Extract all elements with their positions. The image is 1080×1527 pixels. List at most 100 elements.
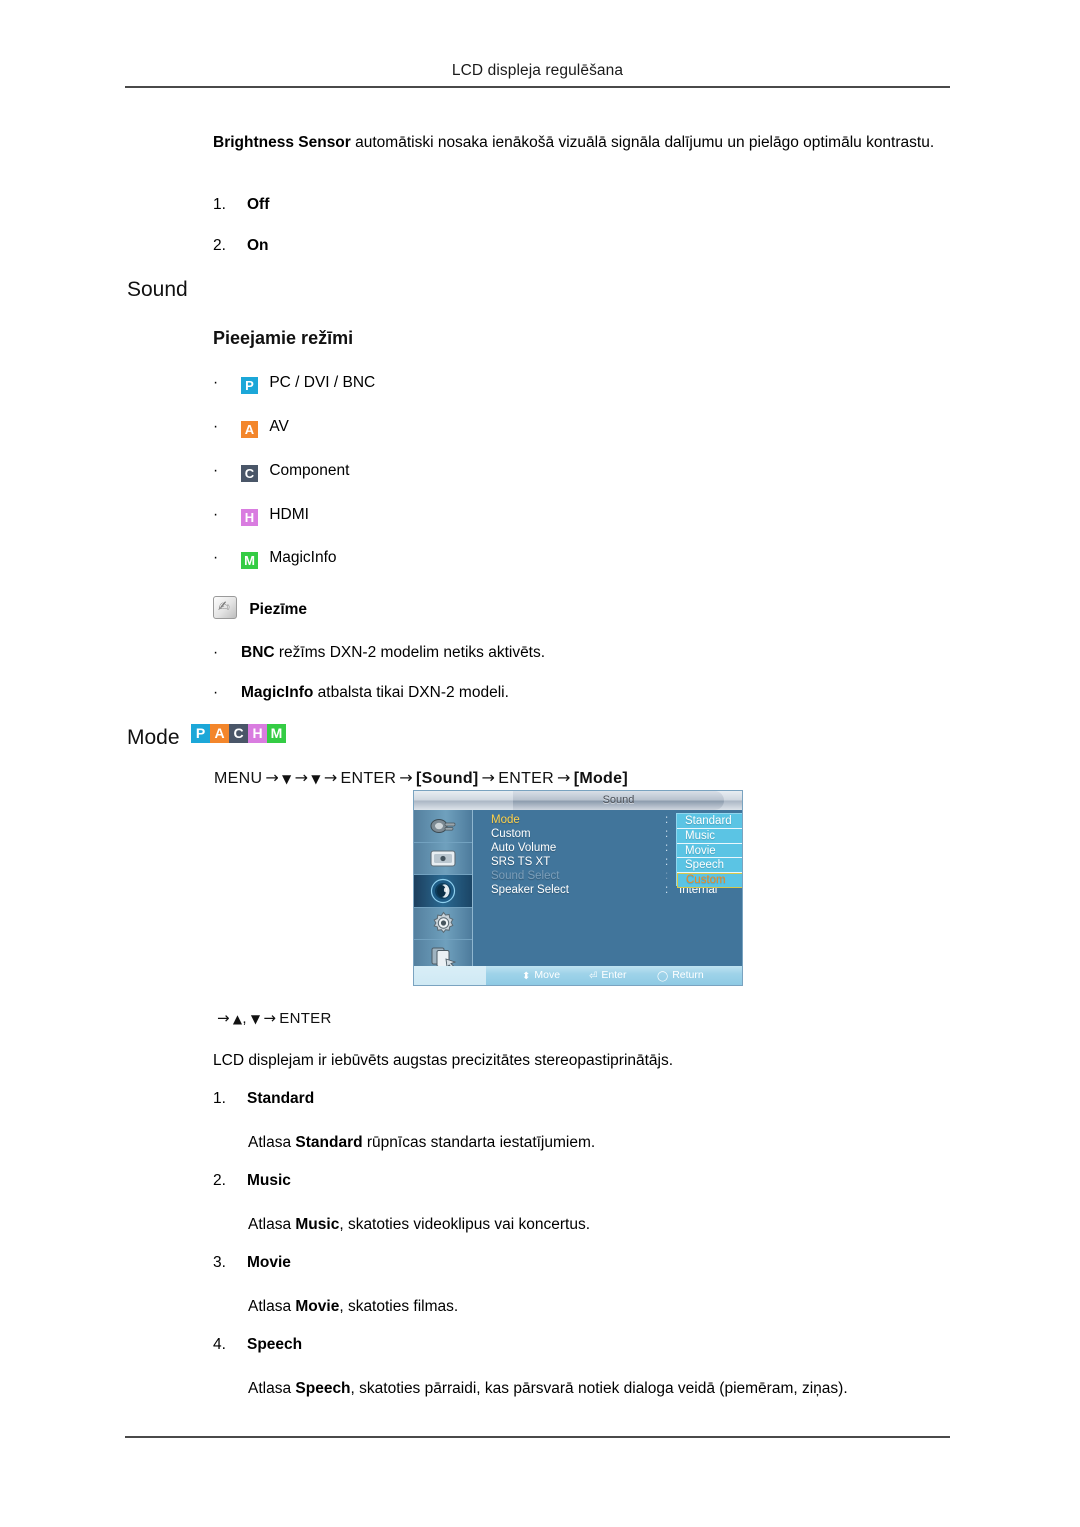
enter-key-icon: ⏎ <box>589 971 598 982</box>
osd-footer-move[interactable]: ⬍ Move <box>522 966 560 985</box>
header-divider <box>125 86 950 88</box>
intro-option-2-label: On <box>247 237 269 254</box>
mode-item-magicinfo: · M MagicInfo <box>213 549 337 569</box>
menu-path-after-line: → ▲, ▼ → ENTER <box>214 1009 332 1027</box>
osd-dropdown-option-standard[interactable]: Standard <box>677 814 742 830</box>
osd-title-label: Sound <box>513 791 724 810</box>
osd-sidebar-item-sound[interactable] <box>414 875 472 908</box>
sound-icon <box>430 878 456 904</box>
note-heading-label: Piezīme <box>249 601 308 618</box>
osd-footer-move-label: Move <box>534 969 561 981</box>
return-icon: ◯ <box>657 971 669 982</box>
intro-option-2-number: 2. <box>213 237 226 254</box>
osd-title-bar: Sound <box>414 791 742 810</box>
mode-list-item-3-title: Movie <box>247 1254 291 1271</box>
osd-sidebar[interactable] <box>414 810 473 973</box>
mode-description: LCD displejam ir iebūvēts augstas preciz… <box>213 1052 674 1069</box>
bullet-icon: · <box>213 418 219 435</box>
mode-badge-m-icon: M <box>241 552 258 569</box>
bullet-icon: · <box>213 684 219 701</box>
osd-footer-left-tab <box>414 966 486 985</box>
osd-dropdown-option-speech[interactable]: Speech <box>677 858 742 873</box>
path-menu-label: MENU <box>214 770 263 787</box>
osd-sidebar-item-input[interactable] <box>414 810 472 843</box>
mode-badge-c-icon: C <box>241 465 258 482</box>
osd-colon-sound-select: : <box>665 870 669 882</box>
osd-colon-auto-volume: : <box>665 842 669 854</box>
bullet-icon: · <box>213 462 219 479</box>
osd-footer-return[interactable]: ◯ Return <box>657 966 704 985</box>
osd-sidebar-item-picture[interactable] <box>414 843 472 876</box>
mode-label-magicinfo: MagicInfo <box>269 549 337 566</box>
mode-badge-strip: PACHM <box>191 724 286 743</box>
osd-item-mode-label[interactable]: Mode <box>491 814 520 826</box>
osd-footer-enter[interactable]: ⏎ Enter <box>589 966 627 985</box>
mode-list-item-3-desc-bold: Movie <box>295 1298 340 1315</box>
bullet-icon: · <box>213 644 219 661</box>
bullet-icon: · <box>213 549 219 566</box>
osd-colon-custom: : <box>665 828 669 840</box>
mode-item-pc: · P PC / DVI / BNC <box>213 374 375 394</box>
path-down-arrow-icon: ▼ <box>282 772 292 786</box>
mode-list-item-4-title: Speech <box>247 1336 303 1353</box>
osd-colon-speaker-select: : <box>665 884 669 896</box>
mode-list-item-4-desc-bold: Speech <box>295 1380 351 1397</box>
osd-menu-body: Mode Custom Auto Volume SRS TS XT Sound … <box>473 810 742 968</box>
mode-label-av: AV <box>269 418 289 435</box>
mode-list-item-2-desc-post: , skatoties videoklipus vai koncertus. <box>339 1216 591 1233</box>
menu-path-line: MENU → ▼ → ▼ → ENTER → [Sound] → ENTER → [Mode] <box>214 768 628 788</box>
mode-list-item-1-desc: Atlasa Standard rūpnīcas standarta iesta… <box>248 1130 948 1155</box>
mode-list-item-2-desc: Atlasa Music, skatoties videoklipus vai … <box>248 1212 948 1237</box>
path-mode-label: Mode <box>579 770 623 787</box>
osd-sidebar-item-setup[interactable] <box>414 908 472 941</box>
multi-control-icon <box>431 947 456 968</box>
note-item-2-bold: MagicInfo <box>241 684 314 701</box>
osd-item-auto-volume-label[interactable]: Auto Volume <box>491 842 556 854</box>
osd-sound-menu[interactable]: Sound Mode Custom Auto Volume SRS TS XT … <box>413 790 743 986</box>
osd-dropdown-option-music[interactable]: Music <box>677 829 742 844</box>
path-enter-label: ENTER <box>498 770 554 787</box>
osd-mode-dropdown[interactable]: Standard Music Movie Speech Custom <box>676 813 742 888</box>
osd-item-custom-label[interactable]: Custom <box>491 828 531 840</box>
document-page: LCD displeja regulēšana Brightness Senso… <box>0 0 1080 1527</box>
path-after-arrow-icon: → <box>263 1009 277 1027</box>
mode-list-item-1-number: 1. <box>213 1090 226 1107</box>
bullet-icon: · <box>213 506 219 523</box>
osd-dropdown-option-movie[interactable]: Movie <box>677 843 742 859</box>
path-arrow-icon: → <box>323 768 338 787</box>
path-down-arrow-icon: ▼ <box>311 772 321 786</box>
path-after-down-arrow-icon: ▼ <box>250 1012 261 1026</box>
osd-colon-srs: : <box>665 856 669 868</box>
path-enter-label: ENTER <box>340 770 397 787</box>
mode-list-item-3: 3. Movie <box>213 1254 291 1272</box>
mode-list-item-1: 1. Standard <box>213 1090 314 1108</box>
mode-list-item-1-desc-post: rūpnīcas standarta iestatījumiem. <box>362 1134 596 1151</box>
osd-item-srs-ts-xt-label[interactable]: SRS TS XT <box>491 856 550 868</box>
mode-list-item-4-desc-post: , skatoties pārraidi, kas pārsvarā notie… <box>350 1380 848 1397</box>
mode-list-item-4-desc: Atlasa Speech, skatoties pārraidi, kas p… <box>248 1376 978 1401</box>
mode-list-item-1-title: Standard <box>247 1090 315 1107</box>
osd-footer-bar: ⬍ Move ⏎ Enter ◯ Return <box>414 966 742 985</box>
mode-item-component: · C Component <box>213 462 349 482</box>
path-bracket-close: ] <box>472 770 479 787</box>
setup-gear-icon <box>432 911 453 934</box>
up-down-arrow-icon: ⬍ <box>522 971 531 982</box>
intro-option-2: 2. On <box>213 237 269 255</box>
strip-badge-c-icon: C <box>229 724 248 743</box>
osd-item-sound-select-label: Sound Select <box>491 870 560 882</box>
osd-dropdown-option-custom[interactable]: Custom <box>677 872 742 888</box>
osd-footer-enter-label: Enter <box>601 969 627 981</box>
mode-list-item-3-desc: Atlasa Movie, skatoties filmas. <box>248 1294 948 1319</box>
note-item-2-rest: atbalsta tikai DXN-2 modeli. <box>313 684 509 701</box>
mode-list-item-4-number: 4. <box>213 1336 226 1353</box>
mode-list-item-2-number: 2. <box>213 1172 226 1189</box>
path-after-enter-label: ENTER <box>279 1010 332 1027</box>
intro-option-1-label: Off <box>247 196 270 213</box>
note-item-1: · BNC režīms DXN-2 modelim netiks aktivēt… <box>213 644 545 662</box>
sound-section-title: Sound <box>127 278 188 301</box>
mode-item-av: · A AV <box>213 418 289 438</box>
path-sound-label: Sound <box>421 770 473 787</box>
mode-badge-h-icon: H <box>241 509 258 526</box>
picture-icon <box>430 850 456 867</box>
osd-item-speaker-select-label[interactable]: Speaker Select <box>491 884 569 896</box>
